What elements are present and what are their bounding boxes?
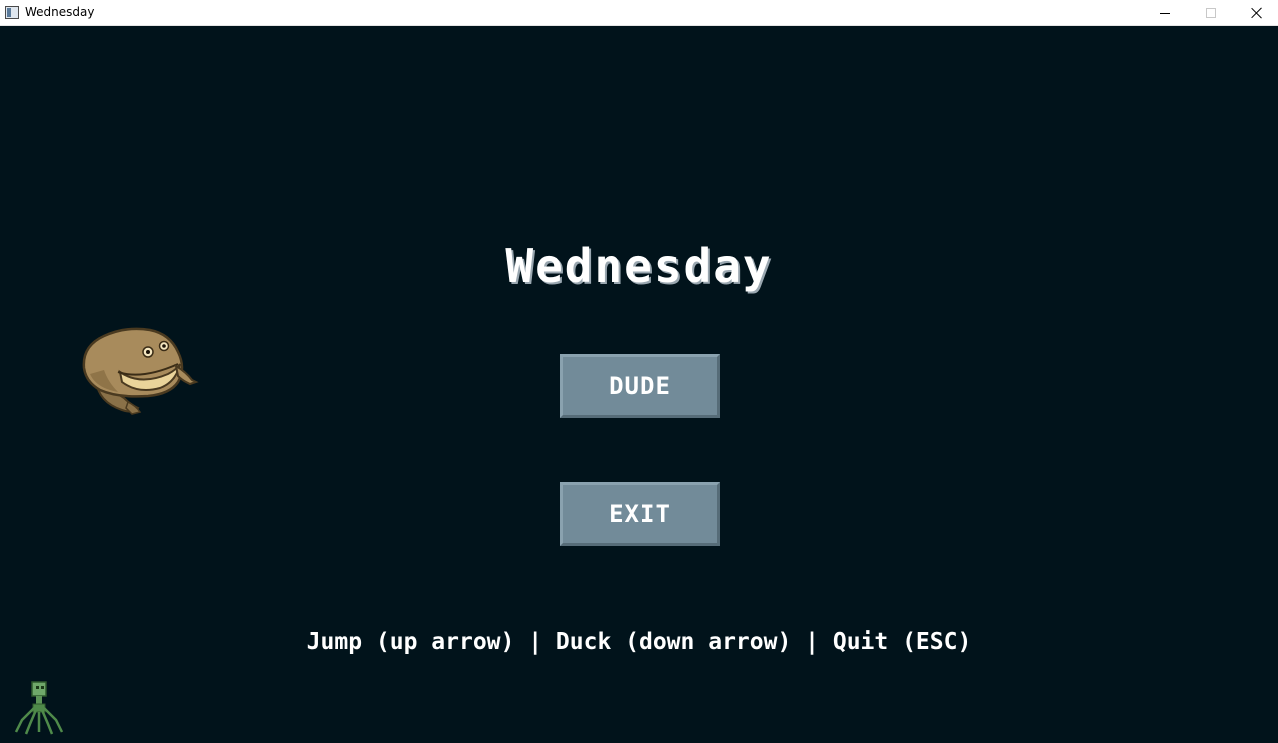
window-titlebar: Wednesday — [0, 0, 1278, 26]
exit-button[interactable]: EXIT — [560, 482, 720, 546]
green-spider-bug-sprite — [14, 681, 64, 735]
window-title: Wednesday — [25, 5, 95, 19]
controls-hint: Jump (up arrow) | Duck (down arrow) | Qu… — [306, 629, 972, 655]
dude-button[interactable]: DUDE — [560, 354, 720, 418]
close-button[interactable] — [1234, 0, 1278, 26]
app-window-icon — [5, 6, 19, 19]
game-title: Wednesday — [505, 239, 773, 293]
minimize-icon — [1160, 12, 1170, 14]
close-icon — [1251, 7, 1263, 19]
maximize-icon — [1206, 8, 1216, 18]
game-canvas: Wednesday DUDE EXIT Jump (up arrow) | Du… — [0, 26, 1278, 743]
minimize-button[interactable] — [1142, 0, 1188, 26]
frog-sprite — [82, 327, 199, 415]
maximize-button[interactable] — [1188, 0, 1234, 26]
